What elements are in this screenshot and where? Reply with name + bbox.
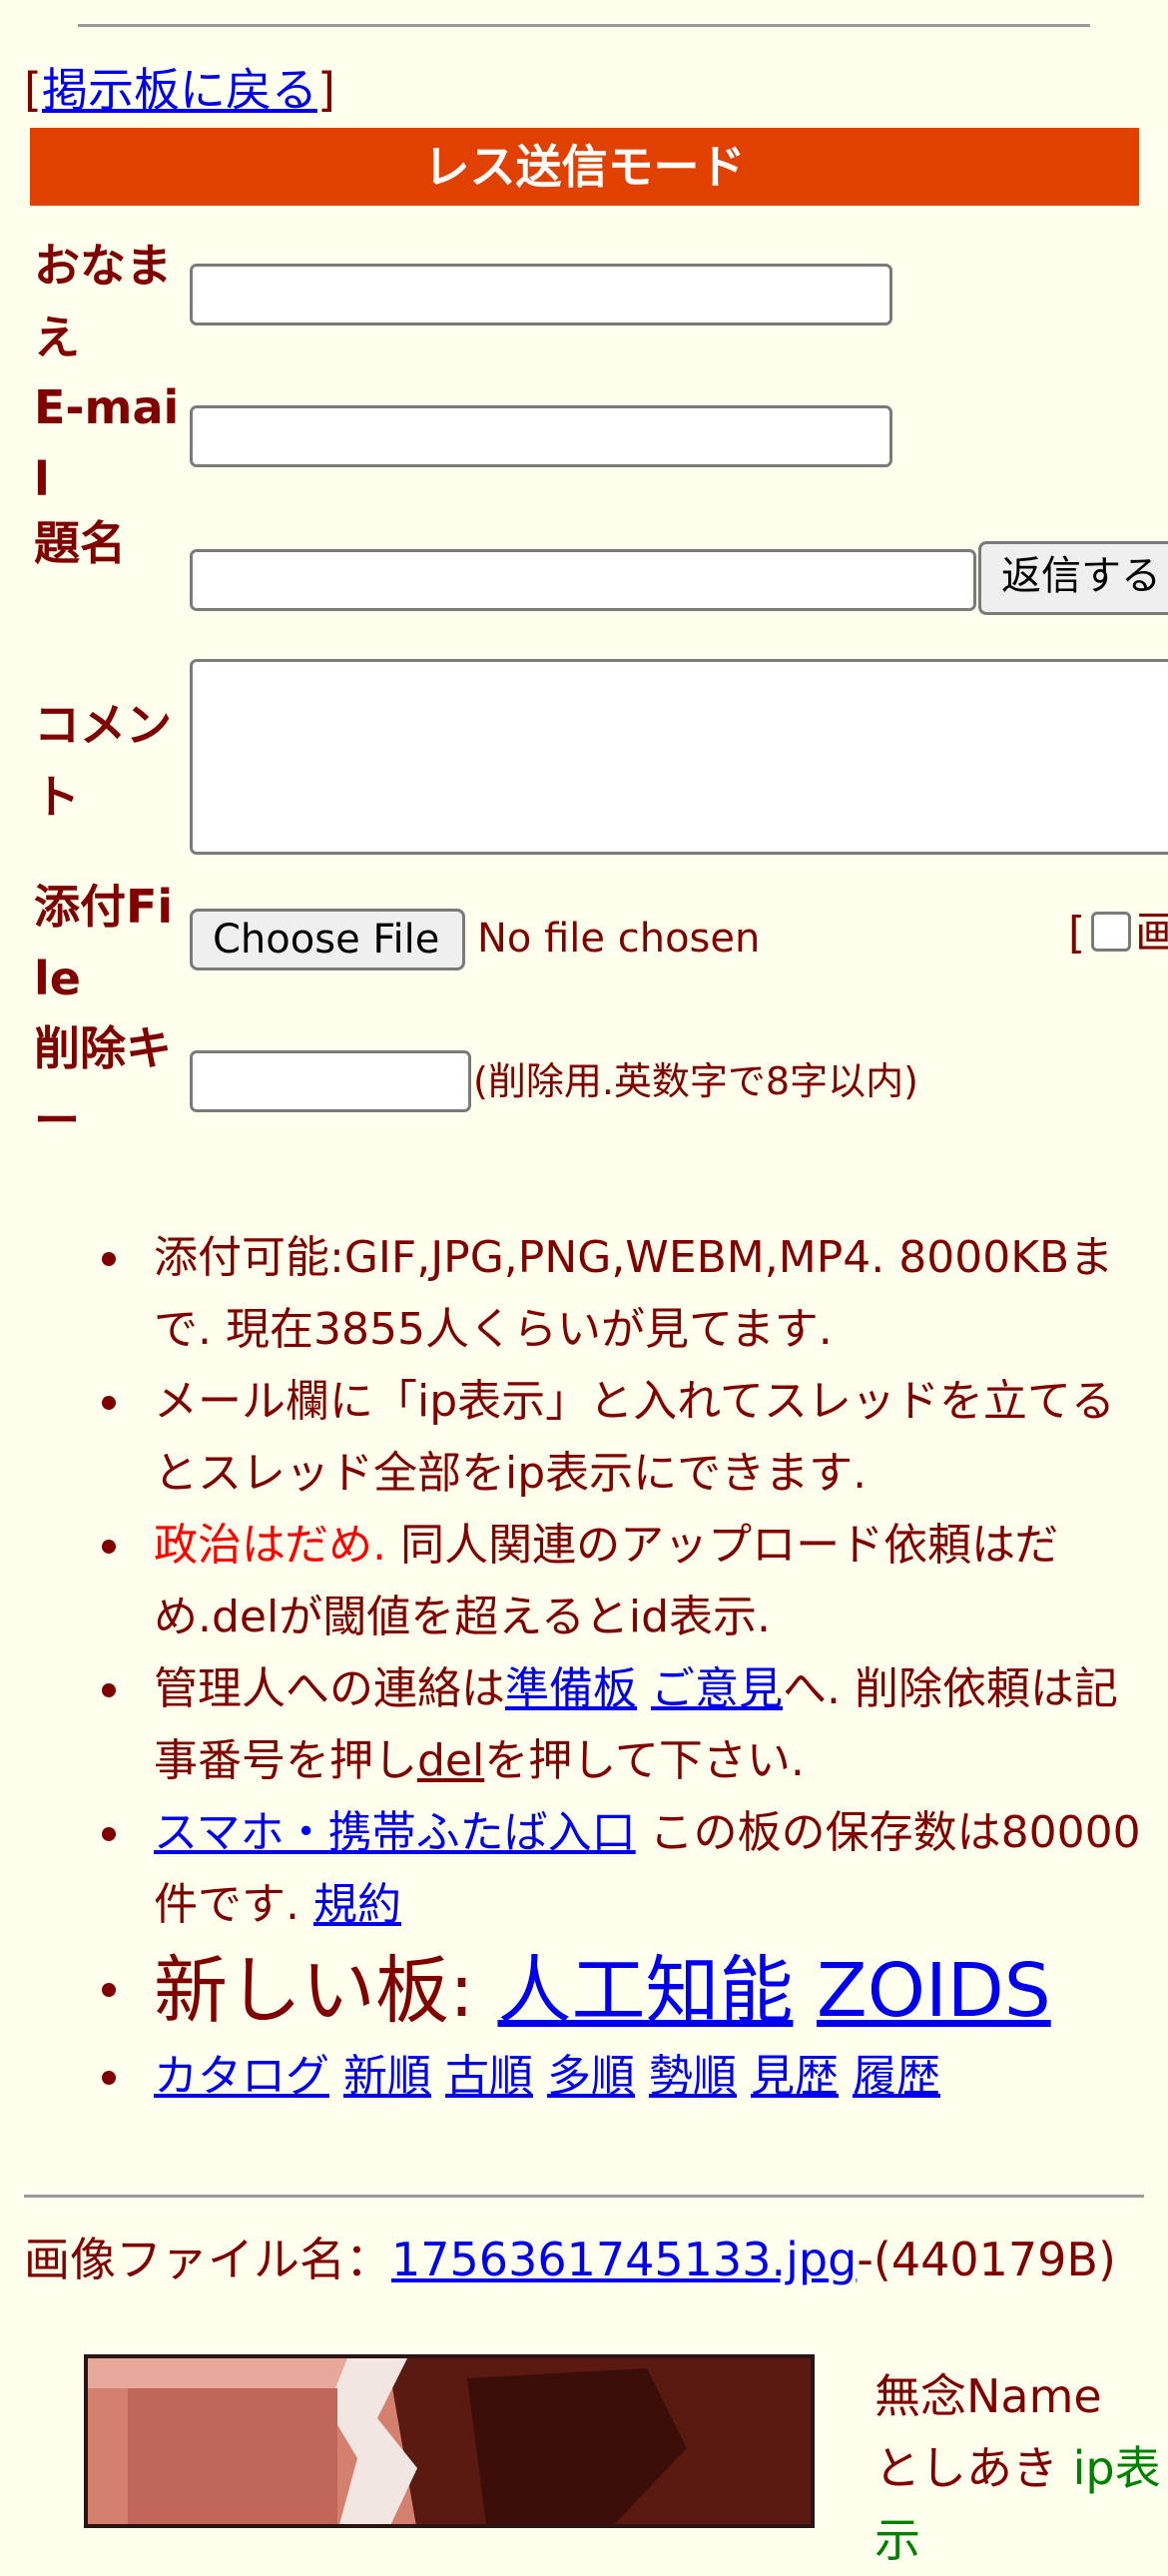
email-input[interactable] — [190, 405, 892, 467]
sort-most-replies-link[interactable]: 多順 — [547, 2051, 635, 2102]
sort-momentum-link[interactable]: 勢順 — [649, 2051, 737, 2102]
prep-board-link[interactable]: 準備板 — [505, 1663, 637, 1714]
note-contact-text-c: を押して下さい. — [484, 1735, 805, 1786]
sort-newest-link[interactable]: 新順 — [343, 2051, 431, 2102]
subject-input[interactable] — [190, 549, 976, 611]
note-contact: 管理人への連絡は準備板 ご意見へ. 削除依頼は記事番号を押しdelを押して下さい… — [102, 1653, 1152, 1797]
image-option-checkbox[interactable] — [1091, 912, 1132, 952]
note-rules: 政治はだめ. 同人関連のアップロード依頼はだめ.delが閾値を超えるとid表示. — [102, 1510, 1152, 1653]
post-info: 無念Name としあき ip表示 — [875, 2360, 1168, 2576]
top-divider — [78, 24, 1090, 27]
ai-board-link[interactable]: 人工知能 — [497, 1948, 793, 2034]
comment-label: コメント — [34, 698, 172, 824]
history-link[interactable]: 履歴 — [853, 2051, 940, 2102]
back-to-board-link[interactable]: 掲示板に戻る — [42, 63, 317, 117]
note-politics-warning: 政治はだめ. — [154, 1520, 387, 1571]
delete-key-input[interactable] — [190, 1050, 471, 1112]
post-name-line: 無念Name — [875, 2369, 1102, 2423]
post-author: としあき — [875, 2441, 1058, 2495]
note-contact-text-a: 管理人への連絡は — [154, 1663, 505, 1714]
board-notes-list: 添付可能:GIF,JPG,PNG,WEBM,MP4. 8000KBまで. 現在3… — [102, 1222, 1152, 2113]
choose-file-button[interactable]: Choose File — [190, 909, 465, 970]
name-input[interactable] — [190, 264, 892, 325]
image-option-bracket: [ — [1068, 908, 1086, 959]
post-thumbnail[interactable] — [84, 2354, 815, 2528]
back-nav: [掲示板に戻る] — [24, 58, 335, 122]
image-option-label: 画 — [1135, 908, 1168, 959]
post-author-line: としあき ip表示 — [875, 2432, 1168, 2576]
comment-textarea[interactable] — [190, 659, 1168, 855]
delete-key-label: 削除キー — [34, 1021, 172, 1147]
delete-key-note: (削除用.英数字で8字以内) — [473, 1059, 918, 1103]
image-option: [画 — [1068, 904, 1168, 964]
email-label: E-mail — [34, 380, 180, 506]
new-boards-label: 新しい板: — [154, 1948, 498, 2034]
file-label: 添付File — [34, 880, 174, 1005]
terms-link[interactable]: 規約 — [313, 1879, 401, 1930]
note-attachments: 添付可能:GIF,JPG,PNG,WEBM,MP4. 8000KBまで. 現在3… — [102, 1222, 1152, 1366]
note-new-boards: 新しい板: 人工知能 ZOIDS — [102, 1941, 1152, 2041]
note-ip-display: メール欄に「ip表示」と入れてスレッドを立てるとスレッド全部をip表示にできます… — [102, 1366, 1152, 1510]
image-file-info: 画像ファイル名：1756361745133.jpg-(440179B) — [24, 2231, 1162, 2288]
zoids-board-link[interactable]: ZOIDS — [817, 1948, 1051, 2034]
del-link[interactable]: del — [417, 1735, 484, 1786]
image-file-prefix: 画像ファイル名： — [24, 2233, 391, 2286]
thumbnail-image — [88, 2358, 811, 2524]
viewed-history-link[interactable]: 見歴 — [751, 2051, 839, 2102]
thread-divider — [24, 2195, 1144, 2198]
mobile-entrance-link[interactable]: スマホ・携帯ふたば入口 — [154, 1807, 636, 1858]
no-file-status: No file chosen — [477, 916, 761, 962]
back-bracket-close: ] — [316, 63, 335, 117]
reply-mode-banner: レス送信モード — [30, 128, 1139, 206]
feedback-link[interactable]: ご意見 — [651, 1663, 783, 1714]
name-label: おなまえ — [34, 239, 172, 364]
sort-oldest-link[interactable]: 古順 — [445, 2051, 533, 2102]
image-file-size: -(440179B) — [857, 2233, 1116, 2286]
note-sort-links: カタログ 新順 古順 多順 勢順 見歴 履歴 — [102, 2041, 1152, 2113]
back-bracket-open: [ — [24, 63, 42, 117]
subject-label: 題名 — [34, 516, 126, 570]
note-mobile: スマホ・携帯ふたば入口 この板の保存数は80000件です. 規約 — [102, 1797, 1152, 1941]
catalog-link[interactable]: カタログ — [154, 2051, 329, 2102]
image-file-link[interactable]: 1756361745133.jpg — [391, 2233, 857, 2286]
reply-submit-button[interactable]: 返信する — [978, 541, 1168, 615]
